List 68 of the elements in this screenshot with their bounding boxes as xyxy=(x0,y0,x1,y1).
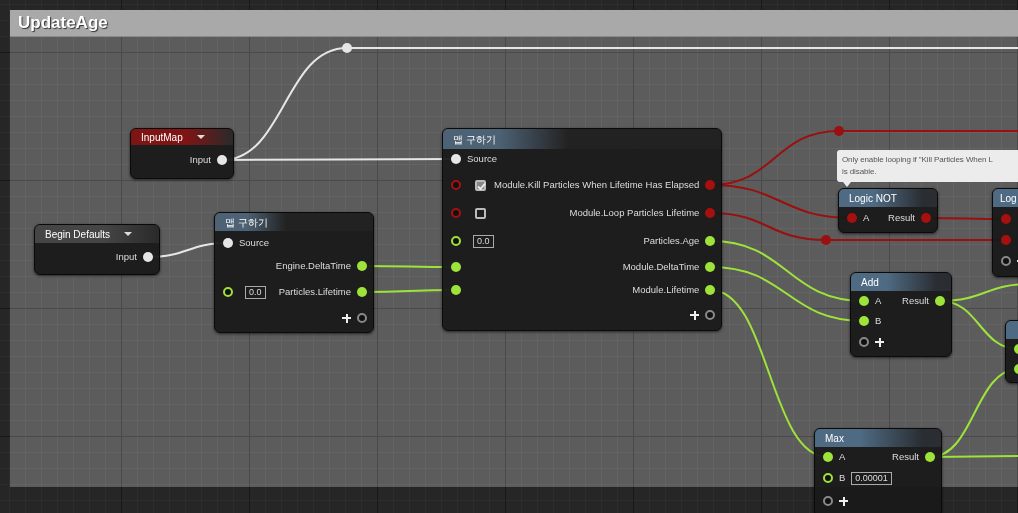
pin-icon[interactable] xyxy=(223,238,233,248)
value-field[interactable]: 0.0 xyxy=(245,285,266,299)
pin-icon[interactable] xyxy=(357,261,367,271)
pin-icon[interactable] xyxy=(705,310,716,320)
pin-icon[interactable] xyxy=(1001,256,1011,266)
node-title: InputMap xyxy=(141,130,183,145)
value-field[interactable]: 0.00001 xyxy=(851,471,892,485)
pin-label: Module.Kill Particles When Lifetime Has Elapsed xyxy=(494,177,700,192)
node-title: Begin Defaults xyxy=(45,227,111,242)
pin-label: A xyxy=(839,449,846,464)
pin-icon[interactable] xyxy=(859,316,869,326)
node-title: Log xyxy=(1000,191,1017,206)
pin-label: Input xyxy=(115,249,137,264)
pin-label: A xyxy=(863,210,870,225)
pin-icon[interactable] xyxy=(357,313,367,323)
pin-icon[interactable] xyxy=(859,296,869,306)
pin-icon[interactable] xyxy=(705,285,716,295)
pin-label: Particles.Lifetime xyxy=(278,284,351,299)
pin-icon[interactable] xyxy=(705,236,716,246)
pin-label: Module.Lifetime xyxy=(632,282,700,297)
pin-icon[interactable] xyxy=(217,155,227,165)
node-card[interactable]: Log xyxy=(992,188,1018,277)
checkbox[interactable] xyxy=(475,207,486,219)
pin-label: Source xyxy=(467,151,498,166)
pin-icon[interactable] xyxy=(143,252,153,262)
pin-label: Module.Loop Particles Lifetime xyxy=(569,205,700,220)
node-card[interactable]: Max A Result B 0.00001 xyxy=(814,428,942,513)
pin-label: Particles.Age xyxy=(643,233,700,248)
node-title: 맵 구하기 xyxy=(225,215,268,230)
reroute-dot[interactable] xyxy=(342,43,352,53)
pin-icon[interactable] xyxy=(705,262,716,272)
pin-label: A xyxy=(875,293,882,308)
pin-label: Result xyxy=(902,293,929,308)
node-title: Max xyxy=(825,431,844,446)
pin-label: Result xyxy=(892,449,919,464)
node-title: 맵 구하기 xyxy=(453,132,496,147)
node-card[interactable]: Add A Result B xyxy=(850,272,952,357)
pin-label: Module.DeltaTime xyxy=(622,259,700,274)
bubble-text: Only enable looping if "Kill Particles When L xyxy=(842,154,994,166)
pin-icon[interactable] xyxy=(357,287,367,297)
bubble-text: is disable. xyxy=(842,166,878,178)
pin-label: B xyxy=(839,470,846,485)
node-card[interactable]: 맵 구하기 Source Module.Kill Particles When Lifetime Has Elapsed Module.Loop Particles Lifetime 0.0 Particles.Age Module.DeltaTime Module.Lifetime xyxy=(442,128,723,331)
node-title: Logic NOT xyxy=(849,191,897,206)
pin-label: Result xyxy=(888,210,915,225)
pin-label: Source xyxy=(239,235,270,250)
pin-icon[interactable] xyxy=(451,285,461,295)
value-field[interactable]: 0.0 xyxy=(473,234,494,248)
pin-icon[interactable] xyxy=(925,452,935,462)
pin-label: Input xyxy=(189,152,211,167)
reroute-dot[interactable] xyxy=(821,235,831,245)
pin-icon[interactable] xyxy=(823,496,833,506)
node-card[interactable]: 맵 구하기 Source Engine.DeltaTime 0.0 Particles.Lifetime xyxy=(214,212,374,333)
pin-icon[interactable] xyxy=(451,154,461,164)
node-card[interactable]: InputMap Input xyxy=(130,128,234,179)
pin-label: Engine.DeltaTime xyxy=(275,258,351,273)
node-title: Add xyxy=(861,275,879,290)
dropdown-caret-icon[interactable] xyxy=(196,135,205,139)
pin-label: B xyxy=(875,313,882,328)
node-card[interactable]: Begin Defaults Input xyxy=(34,224,160,275)
checkbox[interactable] xyxy=(475,179,486,191)
pin-icon[interactable] xyxy=(935,296,945,306)
pin-icon[interactable] xyxy=(451,262,461,272)
pin-icon[interactable] xyxy=(823,452,833,462)
comment-title: UpdateAge xyxy=(10,10,1018,37)
pin-icon[interactable] xyxy=(859,337,869,347)
dropdown-caret-icon[interactable] xyxy=(124,232,133,236)
reroute-dot[interactable] xyxy=(834,126,844,136)
